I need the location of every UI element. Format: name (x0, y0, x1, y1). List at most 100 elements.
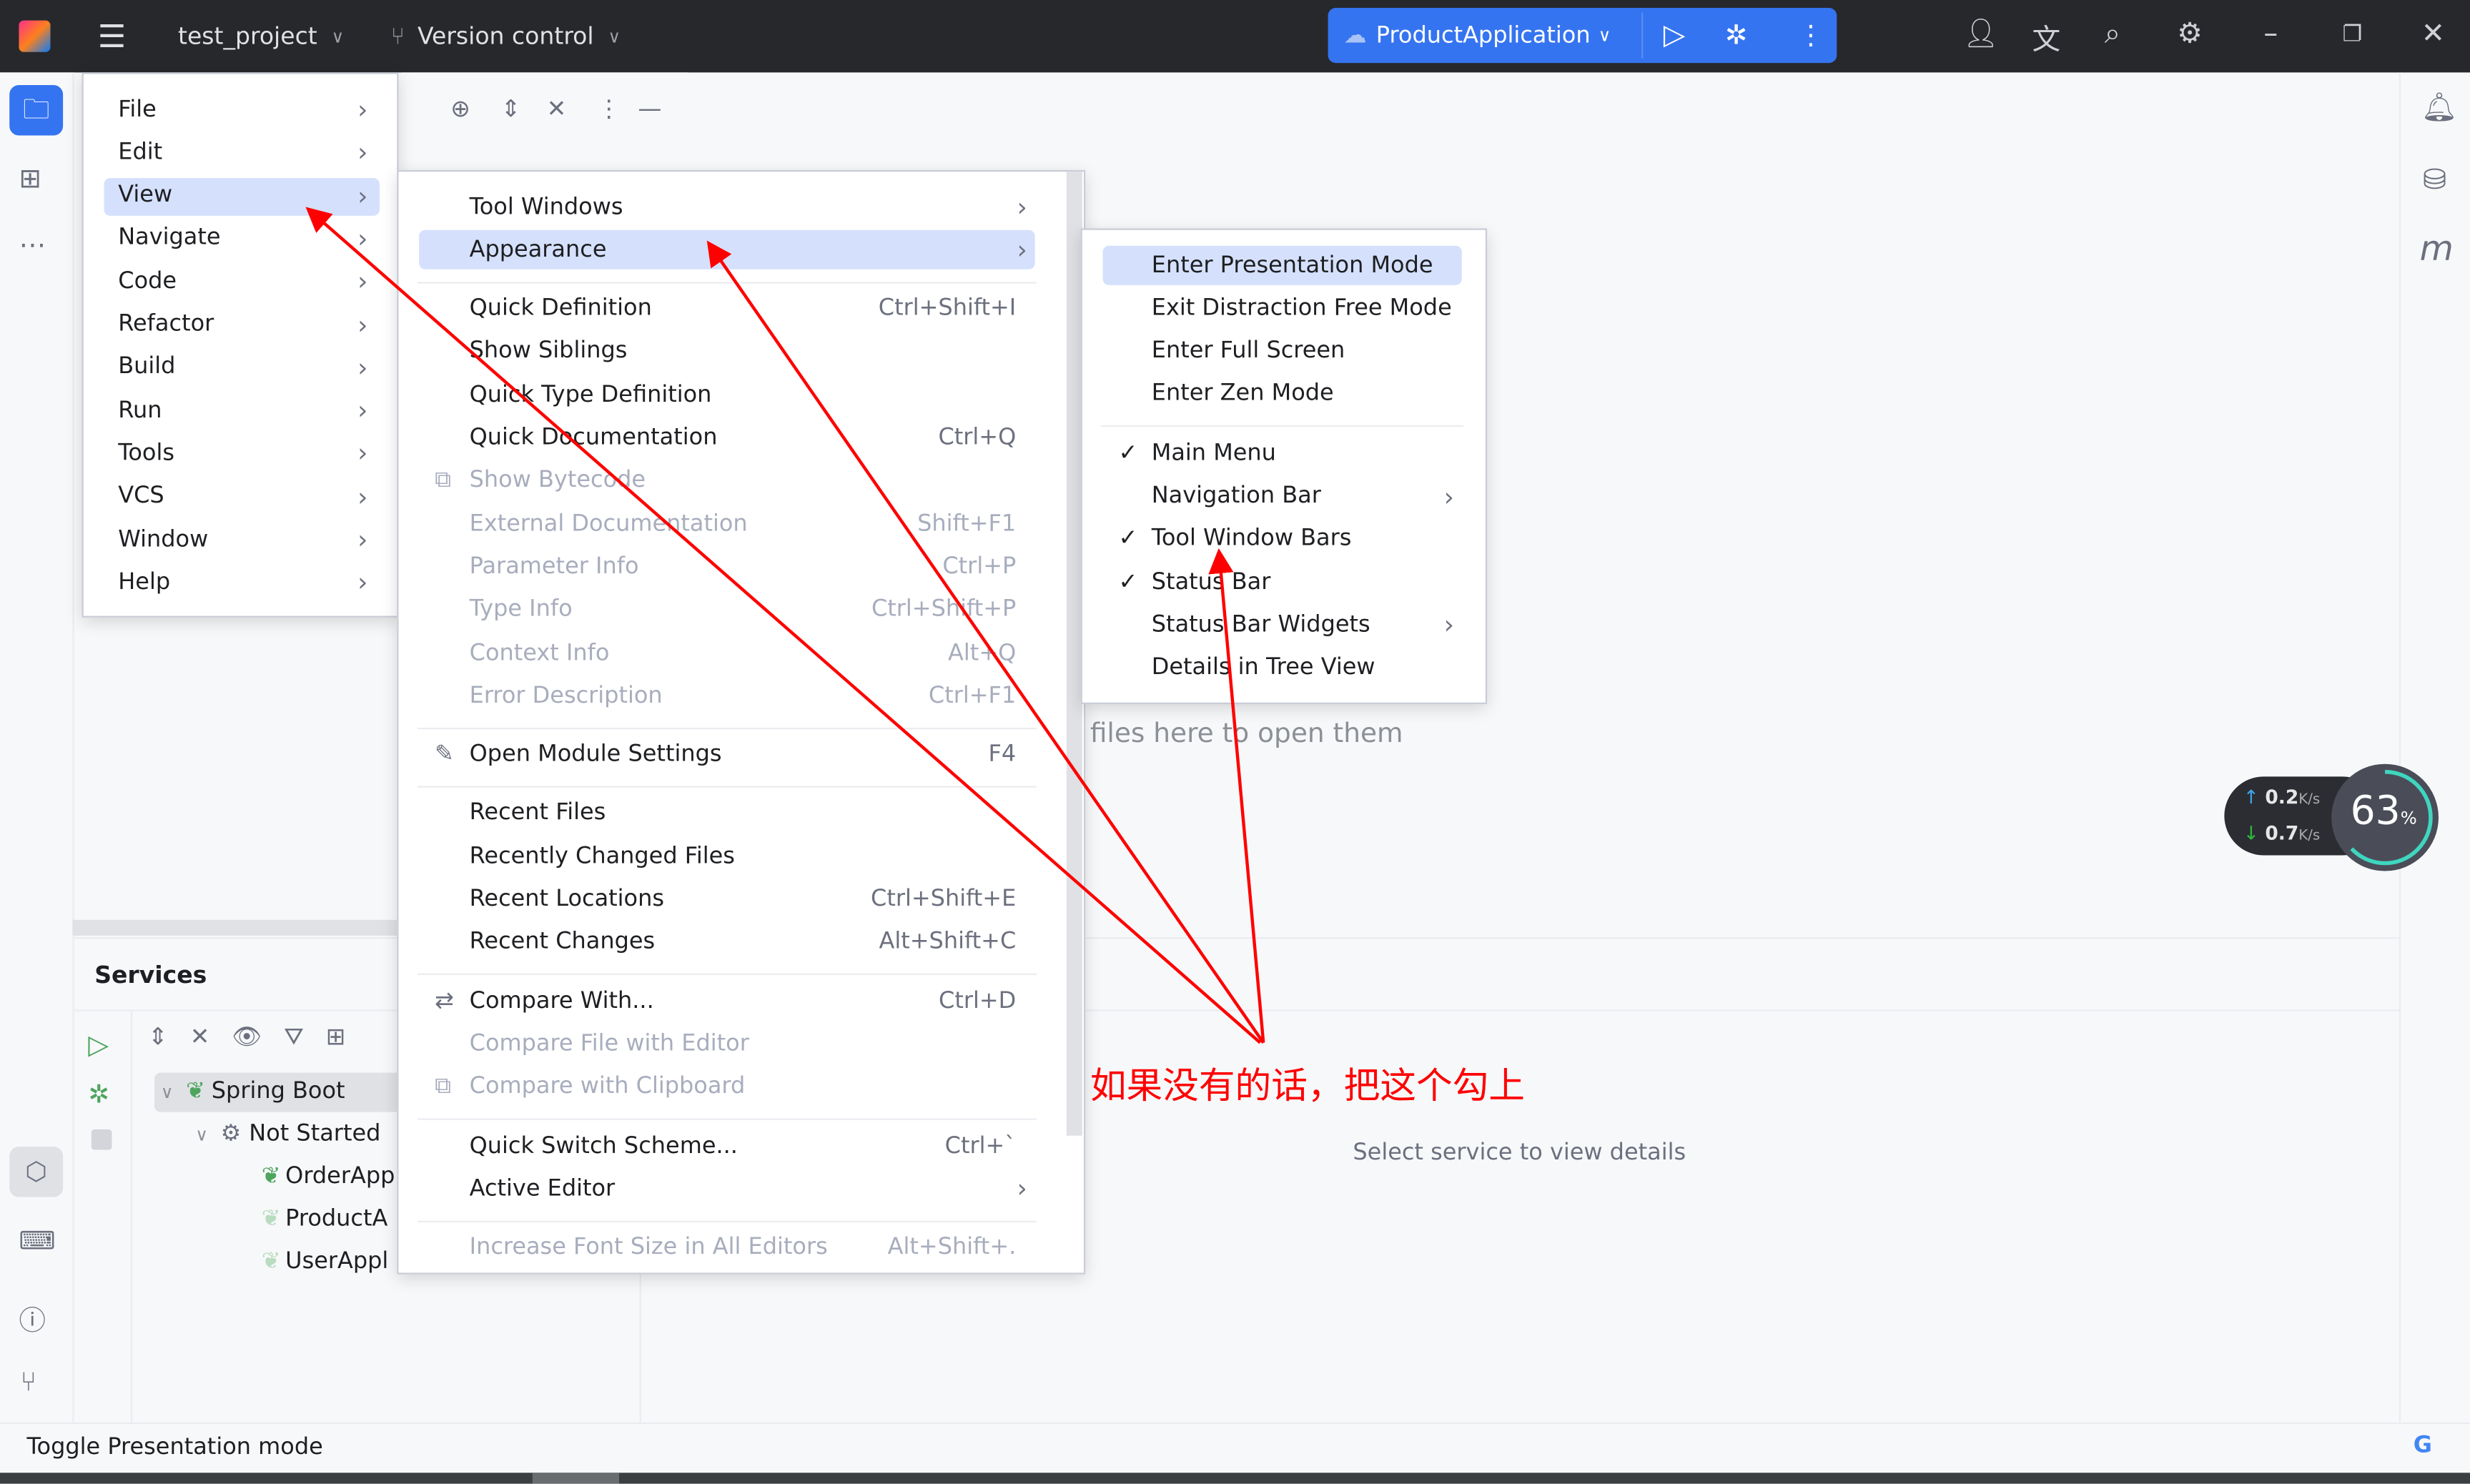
project-folder-icon[interactable]: 🗀︎ (9, 84, 64, 136)
menu-item-appearance[interactable]: Appearance › (398, 230, 1084, 269)
menu-item-recent-changes[interactable]: Recent Changes Alt+Shift+C (398, 923, 1084, 962)
filter-icon[interactable]: ⛛ (284, 1022, 304, 1051)
structure-icon[interactable]: ⊞ (19, 164, 41, 195)
git-icon[interactable]: ⑂ (21, 1367, 36, 1399)
debug-service-icon[interactable]: ✲ (88, 1079, 109, 1109)
menu-item-status-bar-widgets[interactable]: Status Bar Widgets › (1082, 605, 1486, 645)
search-icon[interactable]: ⌕ (2105, 17, 2120, 50)
chevron-right-icon: › (357, 352, 368, 383)
tree-item-spring-boot[interactable]: ∨ ❦ Spring Boot (161, 1079, 345, 1104)
menu-item-quick-definition[interactable]: Quick Definition Ctrl+Shift+I (398, 290, 1084, 329)
chevron-right-icon: › (357, 481, 368, 512)
compare-icon: ⇄ (435, 988, 454, 1014)
menu-item-refactor[interactable]: Refactor › (84, 305, 397, 344)
menu-item-details-in-tree-view[interactable]: Details in Tree View (1082, 648, 1486, 688)
menu-item-exit-distraction-free-mode[interactable]: Exit Distraction Free Mode (1082, 289, 1486, 328)
menu-item-window[interactable]: Window › (84, 520, 397, 559)
tree-item-user-app[interactable]: ❦ UserAppl (262, 1249, 389, 1274)
menu-item-quick-documentation[interactable]: Quick Documentation Ctrl+Q (398, 418, 1084, 457)
chevron-right-icon: › (357, 94, 368, 125)
menu-item-view[interactable]: View › (84, 176, 397, 215)
menu-item-vcs[interactable]: VCS › (84, 477, 397, 516)
stop-service-icon[interactable] (91, 1129, 112, 1150)
locate-icon[interactable]: ⊕ (450, 94, 470, 123)
menu-item-code[interactable]: Code › (84, 262, 397, 301)
menu-item-compare-file-with-editor: Compare File with Editor (469, 1032, 749, 1057)
translate-icon[interactable]: 文 (2032, 17, 2061, 58)
collapse-all-icon[interactable]: ✕ (190, 1022, 210, 1051)
options-icon[interactable]: ⋮ (597, 94, 621, 123)
spring-icon: ❦ (186, 1079, 205, 1104)
run-widget: ☁ ProductApplication ∨ ▷ ✲ ⋮ (1328, 8, 1837, 64)
tree-item-order-app[interactable]: ❦ OrderApp (262, 1164, 395, 1189)
gear-icon: ⚙ (220, 1121, 242, 1147)
maven-icon[interactable]: m (2420, 230, 2454, 269)
settings-gear-icon[interactable]: ⚙ (2177, 17, 2203, 50)
menu-item-show-siblings[interactable]: Show Siblings (398, 332, 1084, 372)
expand-all-icon[interactable]: ⇕ (501, 94, 521, 123)
menu-item-enter-full-screen[interactable]: Enter Full Screen (1082, 332, 1486, 371)
menu-item-tool-windows[interactable]: Tool Windows › (398, 187, 1084, 227)
restore-button[interactable]: ❐ (2343, 22, 2363, 47)
chevron-right-icon: › (357, 438, 368, 469)
menu-item-enter-zen-mode[interactable]: Enter Zen Mode (1082, 375, 1486, 414)
menu-item-open-module-settings[interactable]: ✎ Open Module Settings F4 (398, 735, 1084, 774)
menu-item-navigate[interactable]: Navigate › (84, 219, 397, 258)
google-icon[interactable]: G (2414, 1433, 2432, 1458)
menu-item-quick-type-definition[interactable]: Quick Type Definition (398, 375, 1084, 415)
add-user-icon[interactable]: 👤︎ (1963, 17, 1999, 50)
more-icon[interactable]: ⋯ (19, 230, 45, 262)
menu-item-recent-locations[interactable]: Recent Locations Ctrl+Shift+E (398, 880, 1084, 919)
menu-item-help[interactable]: Help › (84, 563, 397, 602)
add-service-icon[interactable]: ⊞ (326, 1022, 346, 1051)
run-config-selector[interactable]: ☁ ProductApplication ∨ (1344, 8, 1611, 63)
tree-item-product-app[interactable]: ❦ ProductA (262, 1207, 388, 1232)
collapse-all-icon[interactable]: ✕ (547, 94, 567, 123)
tree-item-not-started[interactable]: ∨ ⚙ Not Started (195, 1122, 380, 1147)
menu-item-tool-window-bars[interactable]: ✓ Tool Window Bars (1082, 520, 1486, 559)
debug-button[interactable]: ✲ (1725, 20, 1747, 51)
terminal-icon[interactable]: ⌨ (19, 1225, 55, 1255)
menu-item-file[interactable]: File › (84, 90, 397, 129)
menu-item-run[interactable]: Run › (84, 391, 397, 430)
hamburger-menu-icon[interactable]: ☰ (98, 0, 127, 72)
menu-item-navigation-bar[interactable]: Navigation Bar › (1082, 477, 1486, 516)
menu-item-active-editor[interactable]: Active Editor › (398, 1169, 1084, 1209)
menu-separator (417, 1220, 1037, 1222)
run-button[interactable]: ▷ (1664, 19, 1686, 51)
menu-item-status-bar[interactable]: ✓ Status Bar (1082, 563, 1486, 602)
more-actions-button[interactable]: ⋮ (1797, 20, 1824, 51)
panel-splitter[interactable] (72, 919, 397, 936)
view-options-eye-icon[interactable]: 👁︎ (232, 1022, 262, 1051)
app-logo (19, 0, 51, 72)
expand-all-icon[interactable]: ⇕ (148, 1022, 168, 1051)
run-service-icon[interactable]: ▷ (88, 1030, 109, 1062)
menu-item-recent-files[interactable]: Recent Files (398, 793, 1084, 833)
menu-item-error-description: Error Description Ctrl+F1 (469, 683, 1017, 709)
minimize-button[interactable]: – (2263, 17, 2278, 50)
menu-item-compare-with[interactable]: ⇄ Compare With... Ctrl+D (398, 981, 1084, 1021)
close-button[interactable]: ✕ (2421, 17, 2445, 50)
menu-item-quick-switch-scheme[interactable]: Quick Switch Scheme... Ctrl+` (398, 1127, 1084, 1166)
project-selector[interactable]: test_project ∨ (178, 0, 344, 72)
left-tool-strip: 🗀︎ ⊞ ⋯ ⬡ ⌨ ⓘ ⑂ (0, 72, 74, 1423)
problems-icon[interactable]: ⓘ (19, 1298, 45, 1337)
menu-item-main-menu[interactable]: ✓ Main Menu (1082, 433, 1486, 473)
services-icon[interactable]: ⬡ (9, 1147, 64, 1197)
menu-item-tools[interactable]: Tools › (84, 434, 397, 473)
chevron-right-icon: › (1443, 481, 1454, 512)
menu-item-recently-changed-files[interactable]: Recently Changed Files (398, 836, 1084, 876)
hide-panel-icon[interactable]: — (638, 94, 661, 123)
menu-item-edit[interactable]: Edit › (84, 133, 397, 172)
notifications-bell-icon[interactable]: 🔔︎ (2421, 91, 2457, 124)
vcs-selector[interactable]: ⑂ Version control ∨ (390, 0, 621, 72)
database-icon[interactable]: ⛁ (2423, 164, 2446, 197)
ide-window: ☰ test_project ∨ ⑂ Version control ∨ ☁ Produ… (0, 0, 2470, 1484)
menu-item-show-bytecode: ⧉ Show Bytecode (435, 468, 646, 494)
menu-item-build[interactable]: Build › (84, 348, 397, 387)
menu-item-enter-presentation-mode[interactable]: Enter Presentation Mode (1082, 246, 1486, 285)
checkmark-icon: ✓ (1118, 526, 1138, 552)
services-toolbar: ⇕ ✕ 👁︎ ⛛ ⊞ (148, 1022, 345, 1051)
spring-icon: ☁ (1343, 22, 1367, 49)
title-bar: ☰ test_project ∨ ⑂ Version control ∨ ☁ Produ… (0, 0, 2470, 73)
